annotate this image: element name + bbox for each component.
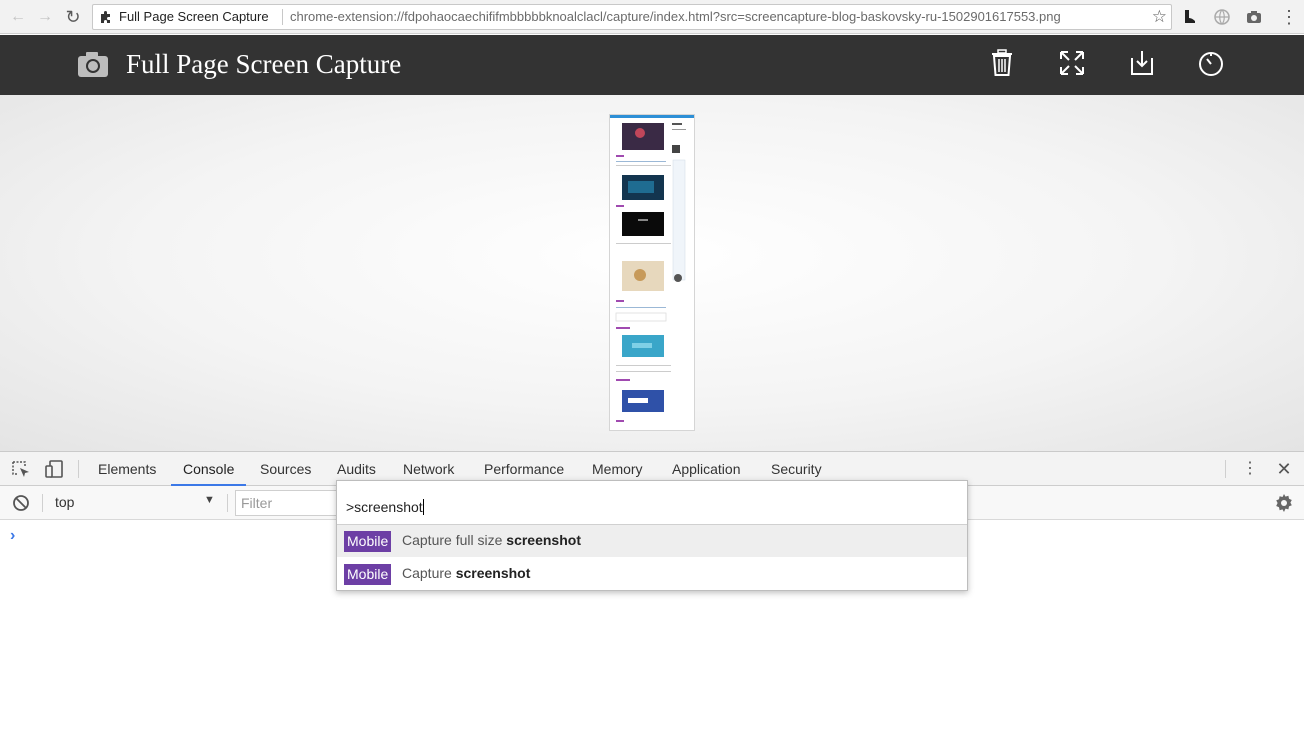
url-text[interactable]: chrome-extension://fdpohaocaechififmbbbb… [290, 9, 1140, 24]
clear-console-icon[interactable] [12, 494, 30, 512]
address-bar[interactable]: Full Page Screen Capture chrome-extensio… [92, 4, 1172, 30]
screenshot-image [610, 115, 694, 422]
command-label: Capture screenshot [402, 565, 530, 581]
command-label-match: screenshot [455, 565, 531, 581]
command-label-match: screenshot [506, 532, 581, 548]
command-item[interactable]: Mobile Capture screenshot [337, 558, 967, 590]
command-label-prefix: Capture full size [402, 532, 507, 548]
app-title: Full Page Screen Capture [126, 49, 402, 79]
category-badge: Mobile [344, 564, 392, 585]
toolbar-divider [1225, 460, 1226, 478]
site-label: Full Page Screen Capture [119, 9, 269, 24]
browser-toolbar: ← → ↻ Full Page Screen Capture chrome-ex… [0, 0, 1304, 34]
kebab-menu-icon[interactable]: ⋮ [1280, 6, 1298, 28]
command-label-prefix: Capture [402, 565, 456, 581]
tab-sources[interactable]: Sources [248, 452, 323, 486]
reload-icon[interactable]: ↻ [63, 7, 83, 27]
globe-icon[interactable] [1213, 8, 1231, 26]
category-badge: Mobile [344, 531, 392, 552]
gear-icon[interactable] [1274, 493, 1294, 513]
devtools-panel: Elements Console Sources Audits Network … [0, 451, 1304, 733]
forward-arrow-icon[interactable]: → [35, 7, 55, 27]
command-label: Capture full size screenshot [402, 532, 581, 548]
command-input[interactable]: >screenshot [337, 481, 967, 525]
expand-icon[interactable] [1058, 48, 1086, 78]
timer-icon[interactable] [1197, 48, 1225, 78]
download-icon[interactable] [1128, 48, 1156, 78]
console-prompt[interactable]: › [10, 527, 15, 545]
boot-icon[interactable] [1181, 8, 1199, 26]
address-separator [282, 9, 283, 25]
screenshot-thumbnail[interactable] [609, 114, 695, 431]
camera-icon [78, 52, 108, 77]
tab-console[interactable]: Console [171, 452, 247, 486]
more-options-icon[interactable]: ⋮ [1240, 459, 1260, 479]
text-caret [422, 499, 424, 515]
star-icon[interactable]: ☆ [1152, 7, 1167, 27]
puzzle-piece-icon [101, 11, 110, 23]
tab-elements[interactable]: Elements [86, 452, 168, 486]
toolbar-divider [78, 460, 79, 478]
preview-area [0, 95, 1304, 451]
command-query: >screenshot [346, 499, 423, 515]
camera-icon[interactable] [1245, 8, 1263, 26]
command-menu: >screenshot Mobile Capture full size scr… [336, 480, 968, 591]
app-header: Full Page Screen Capture [0, 35, 1304, 95]
device-toolbar-icon[interactable] [44, 459, 64, 479]
toolbar-divider [42, 494, 43, 512]
toolbar-divider [227, 494, 228, 512]
close-icon[interactable]: ✕ [1274, 459, 1294, 479]
back-arrow-icon[interactable]: ← [8, 7, 28, 27]
context-selector[interactable]: top [55, 494, 74, 510]
trash-icon[interactable] [988, 48, 1016, 78]
inspect-element-icon[interactable] [11, 460, 31, 480]
chevron-down-icon[interactable]: ▼ [204, 494, 215, 506]
filter-input[interactable]: Filter [235, 490, 345, 516]
command-item[interactable]: Mobile Capture full size screenshot [337, 525, 967, 557]
